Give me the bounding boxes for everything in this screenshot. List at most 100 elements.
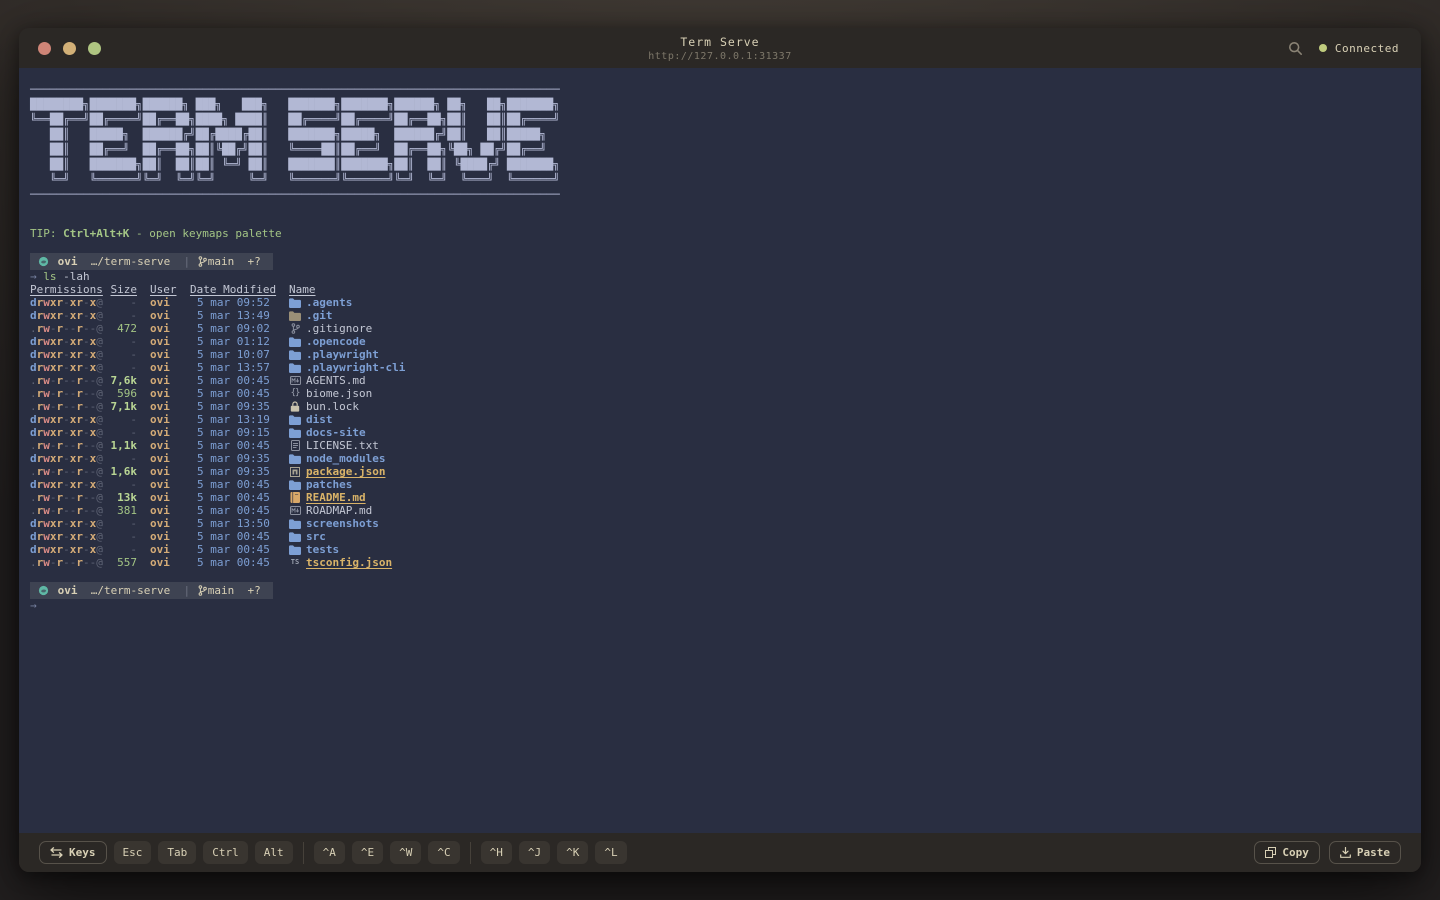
permissions-cell: drwxr-xr-x@ — [30, 309, 103, 322]
os-icon — [38, 585, 49, 596]
permissions-cell: .rw-r--r--@ — [30, 374, 103, 387]
user-cell: ovi — [150, 335, 177, 348]
size-cell: 1,6k — [110, 465, 137, 478]
file-listing: PermissionsSizeUserDate ModifiedNamedrwx… — [30, 283, 1405, 569]
zoom-button[interactable] — [88, 42, 101, 55]
name-cell: node_modules — [289, 452, 385, 465]
permissions-cell: .rw-r--r--@ — [30, 504, 103, 517]
file-name: bun.lock — [306, 400, 359, 413]
size-cell: - — [110, 543, 137, 556]
traffic-lights — [38, 42, 101, 55]
date-modified-cell: 5 mar 13:50 — [190, 517, 276, 530]
close-button[interactable] — [38, 42, 51, 55]
folder-icon — [289, 454, 301, 464]
date-modified-cell: 5 mar 09:02 — [190, 322, 276, 335]
user-cell: ovi — [150, 296, 177, 309]
prompt-branch: main — [208, 584, 235, 597]
git-branch-icon — [198, 585, 207, 596]
file-name: AGENTS.md — [306, 374, 366, 387]
name-cell: TStsconfig.json — [289, 556, 392, 569]
file-row: .rw-r--r--@7,1kovi5 mar 09:35bun.lock — [30, 400, 1405, 413]
permissions-cell: drwxr-xr-x@ — [30, 296, 103, 309]
file-row: .rw-r--r--@557ovi5 mar 00:45TStsconfig.j… — [30, 556, 1405, 569]
column-header: Name — [289, 283, 316, 296]
user-cell: ovi — [150, 452, 177, 465]
column-header: Permissions — [30, 283, 103, 296]
user-cell: ovi — [150, 517, 177, 530]
name-cell: .git — [289, 309, 333, 322]
os-icon — [38, 256, 49, 267]
status-label: Connected — [1335, 42, 1399, 55]
command-args: -lah — [57, 270, 90, 283]
file-row: drwxr-xr-x@-ovi5 mar 09:35node_modules — [30, 452, 1405, 465]
file-name: docs-site — [306, 426, 366, 439]
name-cell: README.md — [289, 491, 366, 504]
search-icon[interactable] — [1288, 41, 1303, 56]
prompt-git-status: +? — [247, 255, 260, 268]
key-button-esc[interactable]: Esc — [114, 841, 152, 864]
file-row: drwxr-xr-x@-ovi5 mar 09:52.agents — [30, 296, 1405, 309]
size-cell: 7,6k — [110, 374, 137, 387]
name-cell: .gitignore — [289, 322, 372, 335]
cursor-prompt-arrow: → — [30, 599, 1405, 612]
file-name: .playwright-cli — [306, 361, 405, 374]
file-name: .git — [306, 309, 333, 322]
keys-button[interactable]: Keys — [39, 841, 107, 864]
folder-icon — [289, 519, 301, 529]
key-button-ctrl-l[interactable]: ^L — [595, 841, 626, 864]
key-button-ctrl-w[interactable]: ^W — [390, 841, 421, 864]
key-button-ctrl-a[interactable]: ^A — [314, 841, 345, 864]
name-cell: .opencode — [289, 335, 366, 348]
prompt-bar: ovi …/term-serve | main +? — [30, 582, 273, 599]
prompt-user: ovi — [58, 255, 78, 268]
key-button-alt[interactable]: Alt — [255, 841, 293, 864]
paste-button[interactable]: Paste — [1329, 841, 1401, 864]
json-icon: {} — [289, 387, 301, 400]
folder-icon — [289, 350, 301, 360]
terminal-empty-area[interactable] — [30, 612, 1405, 833]
size-cell: - — [110, 335, 137, 348]
swap-arrows-icon — [50, 847, 63, 858]
file-name: dist — [306, 413, 333, 426]
folder-icon — [289, 415, 301, 425]
folder-icon — [289, 532, 301, 542]
terminal-screen[interactable]: ────────────────────────────────────────… — [19, 68, 1421, 833]
key-button-ctrl-j[interactable]: ^J — [519, 841, 550, 864]
permissions-cell: .rw-r--r--@ — [30, 322, 103, 335]
key-button-ctrl-e[interactable]: ^E — [352, 841, 383, 864]
file-row: drwxr-xr-x@-ovi5 mar 01:12.opencode — [30, 335, 1405, 348]
key-button-ctrl[interactable]: Ctrl — [203, 841, 248, 864]
name-cell: package.json — [289, 465, 385, 478]
title-bar: Term Serve http://127.0.0.1:31337 Connec… — [19, 28, 1421, 68]
copy-button[interactable]: Copy — [1254, 841, 1320, 864]
size-cell: 557 — [110, 556, 137, 569]
name-cell: .agents — [289, 296, 352, 309]
file-row: drwxr-xr-x@-ovi5 mar 13:19dist — [30, 413, 1405, 426]
file-name: LICENSE.txt — [306, 439, 379, 452]
permissions-cell: drwxr-xr-x@ — [30, 530, 103, 543]
app-window: Term Serve http://127.0.0.1:31337 Connec… — [19, 28, 1421, 872]
key-button-tab[interactable]: Tab — [158, 841, 196, 864]
permissions-cell: drwxr-xr-x@ — [30, 426, 103, 439]
copy-icon — [1265, 847, 1276, 858]
minimize-button[interactable] — [63, 42, 76, 55]
window-title: Term Serve — [680, 35, 759, 49]
tip-line: TIP: Ctrl+Alt+K - open keymaps palette — [30, 227, 1405, 240]
key-button-ctrl-k[interactable]: ^K — [557, 841, 588, 864]
folder-icon — [289, 480, 301, 490]
date-modified-cell: 5 mar 00:45 — [190, 543, 276, 556]
file-row: .rw-r--r--@381ovi5 mar 00:45ROADMAP.md — [30, 504, 1405, 517]
prompt-path: …/term-serve — [91, 584, 170, 597]
key-button-ctrl-h[interactable]: ^H — [481, 841, 512, 864]
name-cell: ROADMAP.md — [289, 504, 372, 517]
user-cell: ovi — [150, 348, 177, 361]
permissions-cell: drwxr-xr-x@ — [30, 543, 103, 556]
key-button-ctrl-c[interactable]: ^C — [428, 841, 459, 864]
name-cell: docs-site — [289, 426, 366, 439]
user-cell: ovi — [150, 543, 177, 556]
user-cell: ovi — [150, 439, 177, 452]
column-header: Date Modified — [190, 283, 283, 296]
size-cell: - — [110, 309, 137, 322]
size-cell: - — [110, 452, 137, 465]
name-cell: .playwright-cli — [289, 361, 405, 374]
